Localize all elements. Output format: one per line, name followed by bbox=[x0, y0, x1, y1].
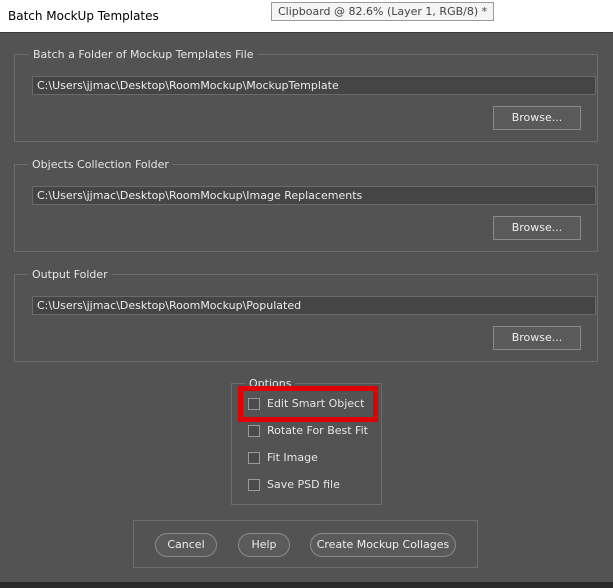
templates-group: Batch a Folder of Mockup Templates File … bbox=[14, 48, 598, 142]
output-group-label: Output Folder bbox=[28, 268, 112, 282]
objects-group: Objects Collection Folder C:\Users\jjmac… bbox=[14, 158, 598, 252]
fit-image-label: Fit Image bbox=[267, 451, 318, 464]
create-mockup-collages-button[interactable]: Create Mockup Collages bbox=[310, 533, 456, 557]
output-browse-button[interactable]: Browse... bbox=[493, 326, 581, 350]
output-group: Output Folder C:\Users\jjmac\Desktop\Roo… bbox=[14, 268, 598, 362]
objects-browse-button[interactable]: Browse... bbox=[493, 216, 581, 240]
templates-path-field[interactable]: C:\Users\jjmac\Desktop\RoomMockup\Mockup… bbox=[32, 76, 596, 95]
document-tooltip: Clipboard @ 82.6% (Layer 1, RGB/8) * bbox=[271, 2, 495, 21]
save-psd-file-label: Save PSD file bbox=[267, 478, 340, 491]
objects-group-label: Objects Collection Folder bbox=[28, 158, 173, 172]
rotate-for-best-fit-checkbox[interactable] bbox=[248, 425, 260, 437]
window-title: Batch MockUp Templates bbox=[8, 9, 159, 23]
bottom-edge bbox=[0, 582, 613, 588]
templates-browse-button[interactable]: Browse... bbox=[493, 106, 581, 130]
save-psd-file-checkbox[interactable] bbox=[248, 479, 260, 491]
output-path-field[interactable]: C:\Users\jjmac\Desktop\RoomMockup\Popula… bbox=[32, 296, 596, 315]
help-button[interactable]: Help bbox=[238, 533, 290, 557]
objects-path-field[interactable]: C:\Users\jjmac\Desktop\RoomMockup\Image … bbox=[32, 186, 596, 205]
highlight-annotation bbox=[238, 386, 378, 422]
rotate-for-best-fit-label: Rotate For Best Fit bbox=[267, 424, 368, 437]
fit-image-checkbox[interactable] bbox=[248, 452, 260, 464]
cancel-button[interactable]: Cancel bbox=[155, 533, 217, 557]
templates-group-label: Batch a Folder of Mockup Templates File bbox=[29, 48, 258, 62]
